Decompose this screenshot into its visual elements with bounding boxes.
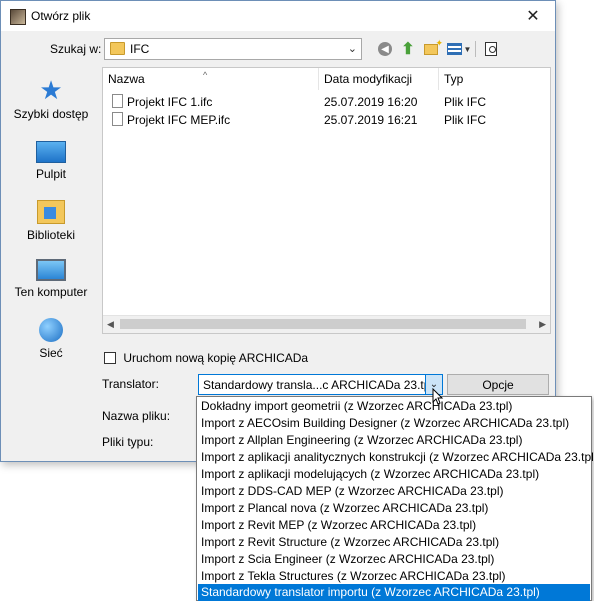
up-folder-icon: ⬆ <box>401 41 415 58</box>
view-menu-button[interactable]: ▼ <box>446 39 472 59</box>
file-icon <box>112 112 123 126</box>
translator-label: Translator: <box>102 377 159 391</box>
quick-access-icon: ★ <box>39 75 63 105</box>
column-name-label: Nazwa <box>108 72 145 86</box>
chevron-down-icon: ⌄ <box>347 43 357 55</box>
computer-icon <box>36 259 66 281</box>
column-type-label: Typ <box>444 72 464 86</box>
dialog-title: Otwórz plik <box>31 9 91 23</box>
toolbar-separator <box>475 41 476 57</box>
view-menu-icon <box>446 43 462 55</box>
dropdown-item[interactable]: Import z Revit Structure (z Wzorzec ARCH… <box>198 534 590 551</box>
scroll-right-icon[interactable]: ▶ <box>539 319 546 330</box>
back-button[interactable]: ◀ <box>375 39 395 59</box>
dropdown-item[interactable]: Import z DDS-CAD MEP (z Wzorzec ARCHICAD… <box>198 483 590 500</box>
column-modified-label: Data modyfikacji <box>324 72 413 86</box>
file-list[interactable]: Nazwa ^ Data modyfikacji Typ Projekt IFC… <box>102 67 551 334</box>
back-icon: ◀ <box>378 42 392 56</box>
scroll-left-icon[interactable]: ◀ <box>107 319 114 330</box>
place-network[interactable]: Sieć <box>7 317 95 360</box>
place-this-pc[interactable]: Ten komputer <box>7 257 95 299</box>
new-instance-option[interactable]: Uruchom nową kopię ARCHICADa <box>104 350 308 365</box>
place-label: Ten komputer <box>14 285 88 299</box>
dropdown-item[interactable]: Import z Allplan Engineering (z Wzorzec … <box>198 432 590 449</box>
preview-icon <box>485 42 497 56</box>
dropdown-item[interactable]: Import z aplikacji modelujących (z Wzorz… <box>198 466 590 483</box>
place-label: Szybki dostęp <box>13 107 89 121</box>
horizontal-scrollbar[interactable]: ◀ ▶ <box>103 315 550 333</box>
desktop-icon <box>36 141 66 163</box>
dropdown-item[interactable]: Import z Tekla Structures (z Wzorzec ARC… <box>198 568 590 585</box>
column-header-type[interactable]: Typ <box>439 68 551 90</box>
dropdown-item[interactable]: Import z aplikacji analitycznych konstru… <box>198 449 594 466</box>
dropdown-item-selected[interactable]: Standardowy translator importu (z Wzorze… <box>198 584 590 601</box>
place-libraries[interactable]: Biblioteki <box>7 197 95 242</box>
column-header-modified[interactable]: Data modyfikacji <box>319 68 439 90</box>
dropdown-item[interactable]: Import z Plancal nova (z Wzorzec ARCHICA… <box>198 500 590 517</box>
column-header-name[interactable]: Nazwa ^ <box>103 68 319 90</box>
file-modified: 25.07.2019 16:20 <box>324 95 418 109</box>
place-label: Biblioteki <box>26 228 76 242</box>
preview-button[interactable] <box>481 39 501 59</box>
up-folder-button[interactable]: ⬆ <box>398 39 418 59</box>
file-type: Plik IFC <box>444 113 486 127</box>
scrollbar-thumb[interactable] <box>120 319 526 329</box>
caret-down-icon: ▼ <box>463 44 472 54</box>
place-label: Pulpit <box>35 167 67 181</box>
open-file-dialog: Otwórz plik ✕ Szukaj w: IFC ⌄ ◀ ⬆ ▼ ★ Sz… <box>0 0 556 462</box>
close-button[interactable]: ✕ <box>511 1 555 31</box>
new-instance-label: Uruchom nową kopię ARCHICADa <box>123 350 309 365</box>
translator-select[interactable]: Standardowy transla...c ARCHICADa 23.tpl… <box>198 374 443 395</box>
new-folder-icon <box>424 38 443 55</box>
title-bar: Otwórz plik ✕ <box>1 1 555 31</box>
sort-ascending-icon: ^ <box>203 70 208 80</box>
dropdown-item[interactable]: Import z Revit MEP (z Wzorzec ARCHICADa … <box>198 517 590 534</box>
network-icon <box>39 318 63 342</box>
file-icon <box>112 94 123 108</box>
lookin-label: Szukaj w: <box>50 42 102 56</box>
translator-dropdown-list[interactable]: Dokładny import geometrii (z Wzorzec ARC… <box>196 396 594 601</box>
place-label: Sieć <box>39 346 63 360</box>
dropdown-item[interactable]: Import z AECOsim Building Designer (z Wz… <box>198 415 590 432</box>
file-name: Projekt IFC MEP.ifc <box>127 113 231 127</box>
new-instance-checkbox[interactable] <box>104 351 116 364</box>
new-folder-button[interactable] <box>421 38 443 59</box>
lookin-combo[interactable]: IFC ⌄ <box>104 38 362 60</box>
options-button[interactable]: Opcje <box>447 374 549 395</box>
options-button-label: Opcje <box>482 377 514 392</box>
file-modified: 25.07.2019 16:21 <box>324 113 418 127</box>
libraries-icon <box>37 200 65 224</box>
place-desktop[interactable]: Pulpit <box>7 137 95 181</box>
place-quick-access[interactable]: ★ Szybki dostęp <box>7 77 95 121</box>
file-type: Plik IFC <box>444 95 486 109</box>
lookin-value: IFC <box>130 42 150 56</box>
folder-icon <box>110 42 125 55</box>
dropdown-item[interactable]: Dokładny import geometrii (z Wzorzec ARC… <box>198 398 590 415</box>
close-icon: ✕ <box>526 8 540 25</box>
filename-label: Nazwa pliku: <box>102 409 171 423</box>
translator-value: Standardowy transla...c ARCHICADa 23.tpl… <box>203 378 438 392</box>
filetype-label: Pliki typu: <box>102 435 154 449</box>
file-name: Projekt IFC 1.ifc <box>127 95 213 109</box>
file-row[interactable]: Projekt IFC MEP.ifc 25.07.2019 16:21 Pli… <box>103 111 550 129</box>
mouse-cursor-icon <box>432 388 444 405</box>
archicad-app-icon <box>10 9 26 25</box>
dropdown-item[interactable]: Import z Scia Engineer (z Wzorzec ARCHIC… <box>198 551 590 568</box>
file-row[interactable]: Projekt IFC 1.ifc 25.07.2019 16:20 Plik … <box>103 93 550 111</box>
